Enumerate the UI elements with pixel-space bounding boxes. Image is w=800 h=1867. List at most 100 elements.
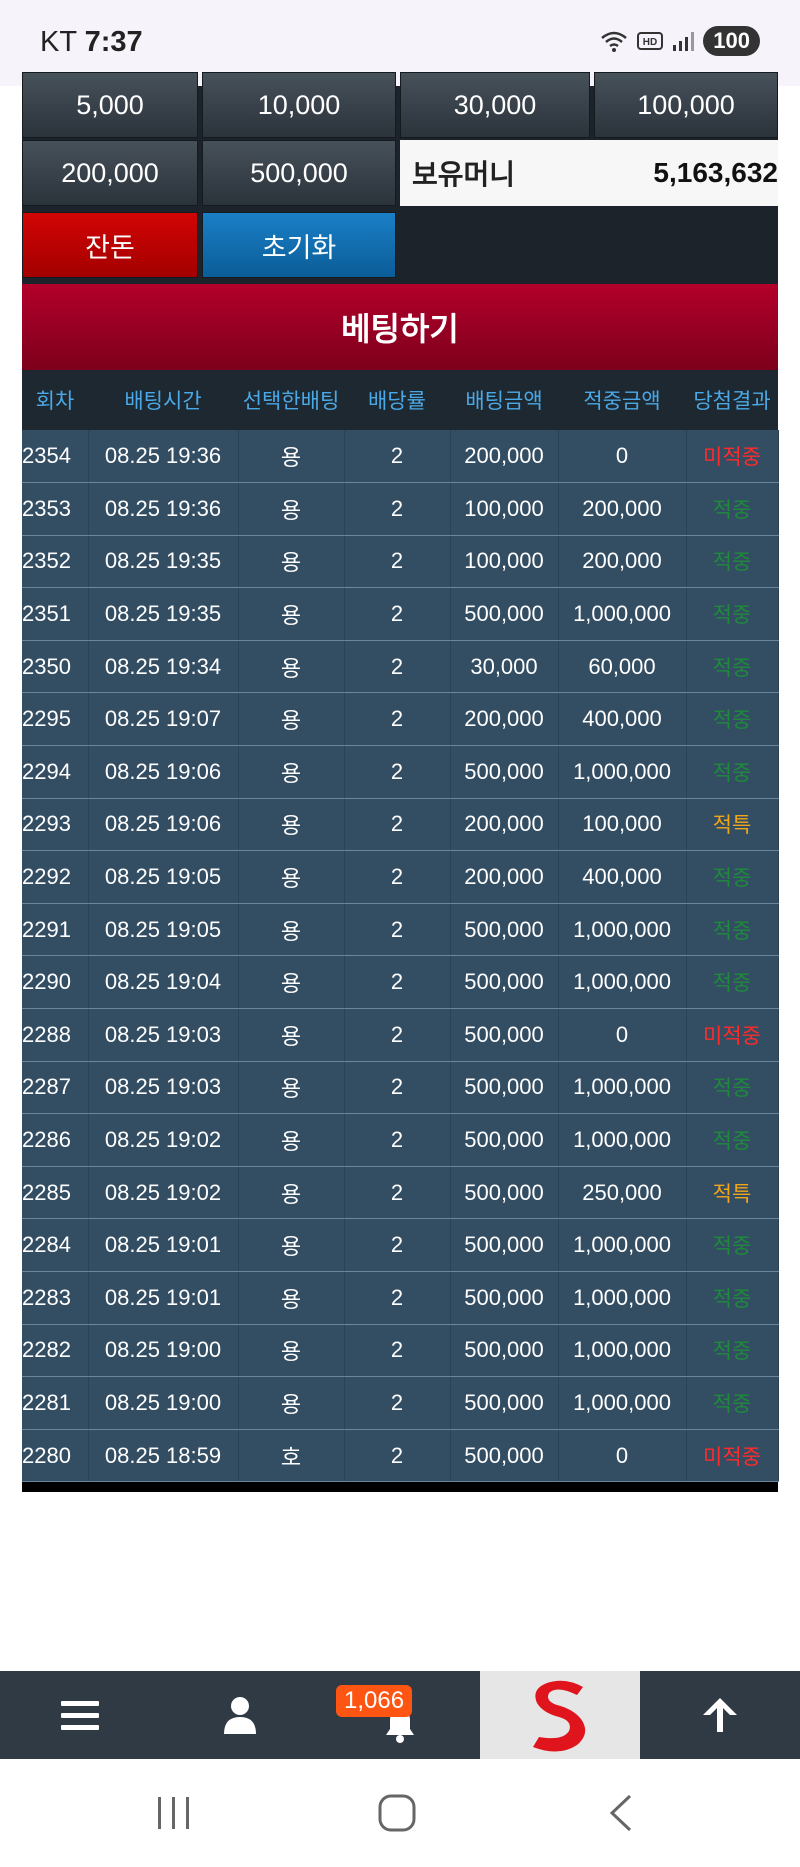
home-icon[interactable] [377,1793,417,1833]
result-cell: 적중 [686,1061,779,1115]
status-icons: HD 100 [599,26,760,56]
chip-200000-button[interactable]: 200,000 [22,140,198,206]
selection-cell: 용 [238,535,345,589]
selection-cell: 용 [238,1324,345,1378]
odds-cell: 2 [344,587,451,641]
table-row: 2353 08.25 19:36 용 2 100,000 200,000 적중 [22,482,779,536]
bet-amount-cell: 500,000 [450,587,559,641]
arrow-up-icon [703,1698,737,1732]
bet-amount-cell: 500,000 [450,1271,559,1325]
table-row: 2281 08.25 19:00 용 2 500,000 1,000,000 적중 [22,1376,779,1430]
table-row: 2287 08.25 19:03 용 2 500,000 1,000,000 적중 [22,1061,779,1115]
recent-apps-icon[interactable] [156,1795,192,1831]
col-selection: 선택한배팅 [242,389,340,413]
profile-button[interactable] [160,1671,320,1759]
bet-time-cell: 08.25 19:02 [88,1113,239,1167]
bet-history-table: 회차 배팅시간 선택한배팅 배당률 배팅금액 적중금액 당첨결과 2354 08.… [22,370,779,1483]
round-cell: 2354 [22,430,89,484]
win-amount-cell: 200,000 [558,535,687,589]
bet-time-cell: 08.25 19:04 [88,955,239,1010]
chip-grid: 5,000 10,000 30,000 100,000 200,000 500,… [22,72,778,284]
signal-icon [673,32,695,51]
scroll-top-button[interactable] [640,1671,800,1759]
bet-amount-cell: 500,000 [450,1166,559,1220]
selection-cell: 용 [238,1061,345,1115]
table-row: 2282 08.25 19:00 용 2 500,000 1,000,000 적중 [22,1324,779,1378]
odds-cell: 2 [344,640,451,694]
table-row: 2285 08.25 19:02 용 2 500,000 250,000 적특 [22,1166,779,1220]
change-button[interactable]: 잔돈 [22,212,198,278]
round-cell: 2280 [22,1429,89,1483]
odds-cell: 2 [344,1113,451,1167]
table-row: 2295 08.25 19:07 용 2 200,000 400,000 적중 [22,692,779,747]
result-cell: 적중 [686,850,779,904]
odds-cell: 2 [344,1376,451,1430]
col-bet-time: 배팅시간 [124,389,202,413]
table-body: 2354 08.25 19:36 용 2 200,000 0 미적중 2353 08.25 19… [22,430,779,1483]
win-amount-cell: 400,000 [558,692,687,747]
clock: 7:37 [84,26,143,58]
chip-100000-button[interactable]: 100,000 [594,72,778,138]
win-amount-cell: 1,000,000 [558,903,687,957]
chip-5000-button[interactable]: 5,000 [22,72,198,138]
col-odds: 배당률 [368,389,426,413]
bet-time-cell: 08.25 19:01 [88,1271,239,1325]
chip-10000-button[interactable]: 10,000 [202,72,396,138]
bet-time-cell: 08.25 19:06 [88,745,239,799]
battery-icon: 100 [703,26,760,56]
selection-cell: 용 [238,1113,345,1167]
round-cell: 2291 [22,903,89,957]
result-cell: 적중 [686,640,779,694]
result-cell: 미적중 [686,430,779,484]
col-bet-amount: 배팅금액 [465,389,543,413]
bet-time-cell: 08.25 19:05 [88,903,239,957]
bet-time-cell: 08.25 19:07 [88,692,239,747]
hamburger-icon [61,1701,99,1730]
bet-amount-cell: 500,000 [450,1218,559,1272]
odds-cell: 2 [344,535,451,589]
win-amount-cell: 250,000 [558,1166,687,1220]
odds-cell: 2 [344,1324,451,1378]
site-logo-icon [533,1680,586,1752]
reset-button[interactable]: 초기화 [202,212,396,278]
result-cell: 적중 [686,1271,779,1325]
bet-amount-cell: 200,000 [450,850,559,904]
menu-button[interactable] [0,1671,160,1759]
table-row: 2293 08.25 19:06 용 2 200,000 100,000 적특 [22,798,779,852]
notification-badge: 1,066 [336,1685,413,1717]
status-carrier-time: KT 7:37 [40,26,143,59]
odds-cell: 2 [344,1271,451,1325]
selection-cell: 용 [238,798,345,852]
win-amount-cell: 0 [558,1008,687,1062]
round-cell: 2286 [22,1113,89,1167]
table-row: 2351 08.25 19:35 용 2 500,000 1,000,000 적중 [22,587,779,641]
back-icon[interactable] [606,1793,636,1833]
win-amount-cell: 1,000,000 [558,745,687,799]
bet-amount-cell: 500,000 [450,1113,559,1167]
odds-cell: 2 [344,1008,451,1062]
win-amount-cell: 1,000,000 [558,587,687,641]
win-amount-cell: 1,000,000 [558,1271,687,1325]
held-money-box: 보유머니 5,163,632 [400,140,778,206]
bet-amount-cell: 500,000 [450,745,559,799]
selection-cell: 용 [238,640,345,694]
round-cell: 2285 [22,1166,89,1220]
bet-time-cell: 08.25 19:35 [88,535,239,589]
odds-cell: 2 [344,1429,451,1483]
round-cell: 2294 [22,745,89,799]
result-cell: 적중 [686,482,779,536]
user-icon [224,1697,256,1734]
chip-30000-button[interactable]: 30,000 [400,72,590,138]
site-logo-button[interactable] [480,1671,640,1759]
bet-amount-cell: 200,000 [450,798,559,852]
selection-cell: 용 [238,482,345,536]
round-cell: 2292 [22,850,89,904]
table-row: 2290 08.25 19:04 용 2 500,000 1,000,000 적중 [22,955,779,1010]
place-bet-button[interactable]: 베팅하기 [22,284,778,370]
odds-cell: 2 [344,1061,451,1115]
odds-cell: 2 [344,1218,451,1272]
chip-500000-button[interactable]: 500,000 [202,140,396,206]
betting-panel: 5,000 10,000 30,000 100,000 200,000 500,… [22,72,779,1493]
bottom-nav: 1,066 [0,1671,800,1759]
odds-cell: 2 [344,903,451,957]
